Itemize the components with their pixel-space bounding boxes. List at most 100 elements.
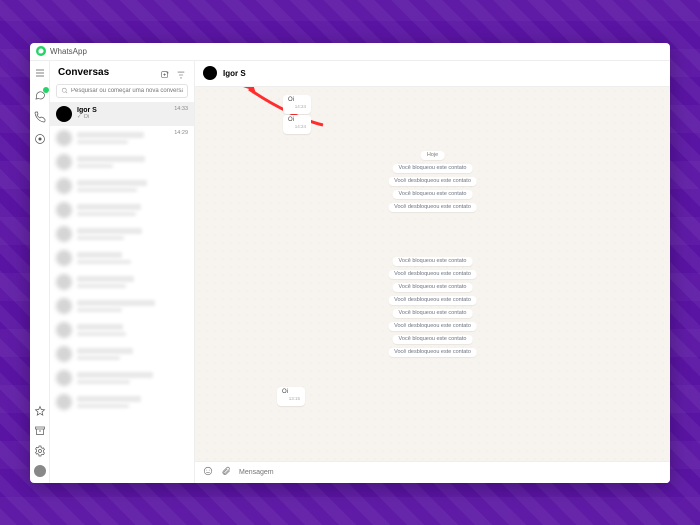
blurred-preview: [77, 212, 136, 216]
system-chip: Você desbloqueou este contato: [388, 177, 477, 186]
star-icon[interactable]: [34, 405, 46, 417]
titlebar: WhatsApp: [30, 43, 670, 61]
conversation-item[interactable]: [50, 318, 194, 342]
conversation-time: 14:33: [174, 106, 188, 112]
me-avatar[interactable]: [34, 465, 46, 477]
message-input[interactable]: [239, 469, 662, 476]
blurred-name: [77, 276, 134, 282]
system-chip: Você bloqueou este contato: [393, 164, 473, 173]
conversation-name: Igor S: [77, 107, 188, 114]
avatar: [56, 322, 72, 338]
message-text: Oi: [288, 117, 306, 123]
blurred-name: [77, 372, 153, 378]
chat-body[interactable]: Oi14:24Oi14:24Oi13:15HojeVocê bloqueou e…: [195, 87, 670, 461]
search-input[interactable]: [56, 84, 188, 98]
blurred-name: [77, 156, 145, 162]
conversation-item[interactable]: 14:29: [50, 126, 194, 150]
emoji-icon[interactable]: [203, 463, 213, 481]
contact-avatar: [203, 66, 217, 80]
system-chip: Você bloqueou este contato: [393, 190, 473, 199]
conversation-item[interactable]: [50, 366, 194, 390]
blurred-name: [77, 348, 133, 354]
message-text: Oi: [288, 97, 306, 103]
system-chip: Você desbloqueou este contato: [388, 322, 477, 331]
calls-icon[interactable]: [34, 111, 46, 123]
status-icon[interactable]: [34, 133, 46, 145]
avatar: [56, 130, 72, 146]
message-text: Oi: [282, 389, 300, 395]
date-chip: Hoje: [421, 151, 444, 160]
system-chip: Você bloqueou este contato: [393, 283, 473, 292]
conversation-item[interactable]: [50, 198, 194, 222]
message-time: 14:24: [288, 124, 306, 129]
avatar: [56, 370, 72, 386]
conversation-item[interactable]: [50, 150, 194, 174]
blurred-preview: [77, 332, 126, 336]
nav-rail: [30, 61, 50, 483]
contact-name: Igor S: [223, 69, 246, 78]
avatar: [56, 250, 72, 266]
avatar: [56, 106, 72, 122]
avatar: [56, 178, 72, 194]
conversation-item[interactable]: [50, 174, 194, 198]
filter-icon[interactable]: [176, 67, 186, 77]
composer: [195, 461, 670, 483]
chats-icon[interactable]: [34, 89, 46, 101]
conversation-item[interactable]: [50, 222, 194, 246]
blurred-preview: [77, 308, 122, 312]
avatar: [56, 202, 72, 218]
avatar: [56, 346, 72, 362]
blurred-preview: [77, 188, 137, 192]
app-title: WhatsApp: [50, 47, 87, 56]
system-chip: Você desbloqueou este contato: [388, 296, 477, 305]
conversation-item[interactable]: [50, 390, 194, 414]
chat-header[interactable]: Igor S: [195, 61, 670, 87]
blurred-preview: [77, 140, 128, 144]
conversation-item[interactable]: [50, 342, 194, 366]
blurred-name: [77, 396, 141, 402]
attach-icon[interactable]: [221, 463, 231, 481]
annotation-arrow: [235, 87, 325, 138]
settings-icon[interactable]: [34, 445, 46, 457]
blurred-name: [77, 204, 141, 210]
blurred-preview: [77, 404, 129, 408]
system-message-group: Você bloqueou este contato Você desbloque…: [388, 257, 477, 357]
blurred-name: [77, 252, 122, 258]
blurred-name: [77, 228, 142, 234]
new-chat-icon[interactable]: [160, 67, 170, 77]
unread-badge: [43, 87, 49, 93]
message-time: 13:15: [282, 396, 300, 401]
conversation-item[interactable]: [50, 270, 194, 294]
blurred-name: [77, 300, 155, 306]
blurred-preview: [77, 356, 120, 360]
conversation-item[interactable]: Igor S✓Oi 14:33: [50, 102, 194, 126]
system-chip: Você desbloqueou este contato: [388, 270, 477, 279]
conversation-item[interactable]: [50, 246, 194, 270]
incoming-message: Oi14:24: [283, 115, 311, 134]
conversation-time: 14:29: [174, 130, 188, 136]
app-window: WhatsApp: [30, 43, 670, 483]
avatar: [56, 226, 72, 242]
list-title: Conversas: [58, 67, 109, 78]
message-time: 14:24: [288, 104, 306, 109]
conversation-list: Conversas Igor S✓Oi 14:33 14:29: [50, 61, 195, 483]
blurred-name: [77, 324, 123, 330]
conversation-item[interactable]: [50, 294, 194, 318]
blurred-name: [77, 180, 147, 186]
whatsapp-logo-icon: [36, 46, 46, 56]
blurred-preview: [77, 164, 113, 168]
system-chip: Você bloqueou este contato: [393, 335, 473, 344]
menu-icon[interactable]: [34, 67, 46, 79]
archive-icon[interactable]: [34, 425, 46, 437]
system-chip: Você bloqueou este contato: [393, 309, 473, 318]
read-check-icon: ✓: [77, 114, 82, 120]
search-field[interactable]: [71, 88, 183, 94]
avatar: [56, 298, 72, 314]
blurred-preview: [77, 284, 126, 288]
avatar: [56, 274, 72, 290]
conversation-preview: Oi: [84, 114, 90, 120]
incoming-message: Oi13:15: [277, 387, 305, 406]
incoming-message: Oi14:24: [283, 95, 311, 114]
system-chip: Você desbloqueou este contato: [388, 203, 477, 212]
system-chip: Você bloqueou este contato: [393, 257, 473, 266]
